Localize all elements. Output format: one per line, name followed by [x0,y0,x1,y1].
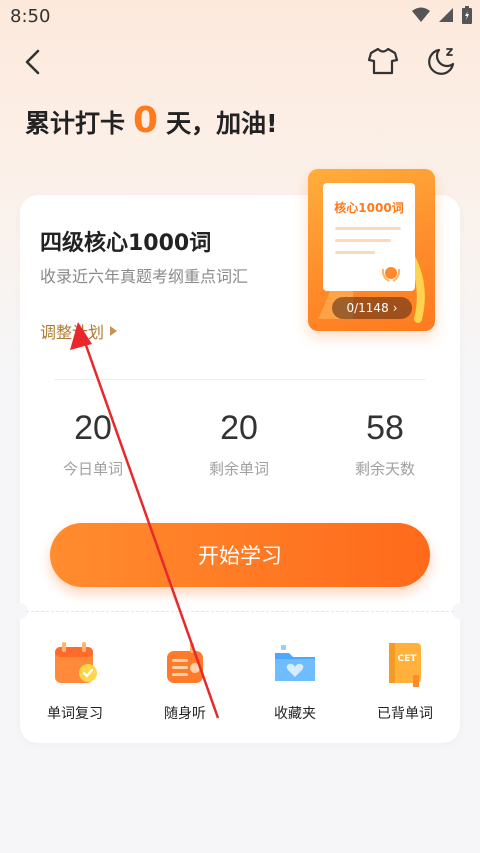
cover-paper: 核心1000词 [323,183,415,291]
streak-prefix: 累计打卡 [25,109,126,138]
adjust-plan-label: 调整计划 [40,323,105,342]
tool-label: 随身听 [164,706,206,722]
stat-label: 今日单词 [62,460,123,478]
calendar-check-icon [47,635,103,691]
progress-badge: 0/1148 › [332,297,412,319]
chevron-left-icon [25,49,40,75]
tool-favorites[interactable]: 收藏夹 [240,635,350,723]
stat-label: 剩余单词 [208,460,269,478]
streak-suffix: 天，加油! [166,109,278,138]
radio-icon [157,635,213,691]
chevron-right-icon: › [392,301,398,315]
book-title: 四级核心1000词 [40,231,212,256]
study-card: 四级核心1000词 收录近六年真题考纲重点词汇 调整计划 核心1000词 0/1… [12,169,468,743]
stat-label: 剩余天数 [354,460,415,478]
tools-row: 单词复习 随身听 收藏夹 CET 已背单词 [20,635,460,723]
cover-line [335,251,375,254]
status-icons [412,6,472,24]
adjust-plan-link[interactable]: 调整计划 [40,319,118,343]
award-medal-icon [381,267,401,282]
book-description: 收录近六年真题考纲重点词汇 [40,267,249,286]
tool-radio[interactable]: 随身听 [130,635,240,723]
tool-learned-words[interactable]: CET 已背单词 [350,635,460,723]
status-time: 8:50 [10,6,51,27]
battery-icon [462,6,472,24]
stat-value: 20 [74,409,112,447]
stats-row: 20 今日单词 20 剩余单词 58 剩余天数 [20,409,460,479]
tool-label: 收藏夹 [274,706,316,722]
cet-book-icon: CET [377,635,433,691]
stat-value: 20 [220,409,258,447]
play-triangle-icon [110,326,118,336]
cover-line [335,227,401,230]
stat-value: 58 [366,409,404,447]
cover-label: 核心1000词 [334,201,404,215]
stat-today-words: 20 今日单词 [20,409,166,479]
book-cover[interactable]: 核心1000词 0/1148 › [308,169,435,331]
moon-icon [428,48,455,75]
night-mode-button[interactable] [424,44,458,78]
tool-word-review[interactable]: 单词复习 [20,635,130,723]
theme-shirt-button[interactable] [366,44,400,78]
nav-bar [0,36,480,88]
back-button[interactable] [18,46,50,78]
streak-banner: 累计打卡 0 天，加油! [25,100,277,141]
svg-text:CET: CET [398,654,418,664]
streak-days: 0 [133,100,159,141]
card-notch-right [452,603,468,619]
cover-line [335,239,391,242]
dashed-divider [26,611,454,612]
divider [54,379,426,380]
progress-text: 0/1148 [346,301,389,315]
status-bar: 8:50 [0,0,480,34]
stat-remaining-words: 20 剩余单词 [166,409,312,479]
folder-heart-icon [267,635,323,691]
wifi-icon [412,7,430,22]
tool-label: 单词复习 [47,706,103,722]
stat-remaining-days: 58 剩余天数 [312,409,458,479]
signal-icon [439,8,453,22]
shirt-icon [367,47,399,75]
start-learning-button[interactable]: 开始学习 [50,523,430,587]
tool-label: 已背单词 [377,706,433,722]
